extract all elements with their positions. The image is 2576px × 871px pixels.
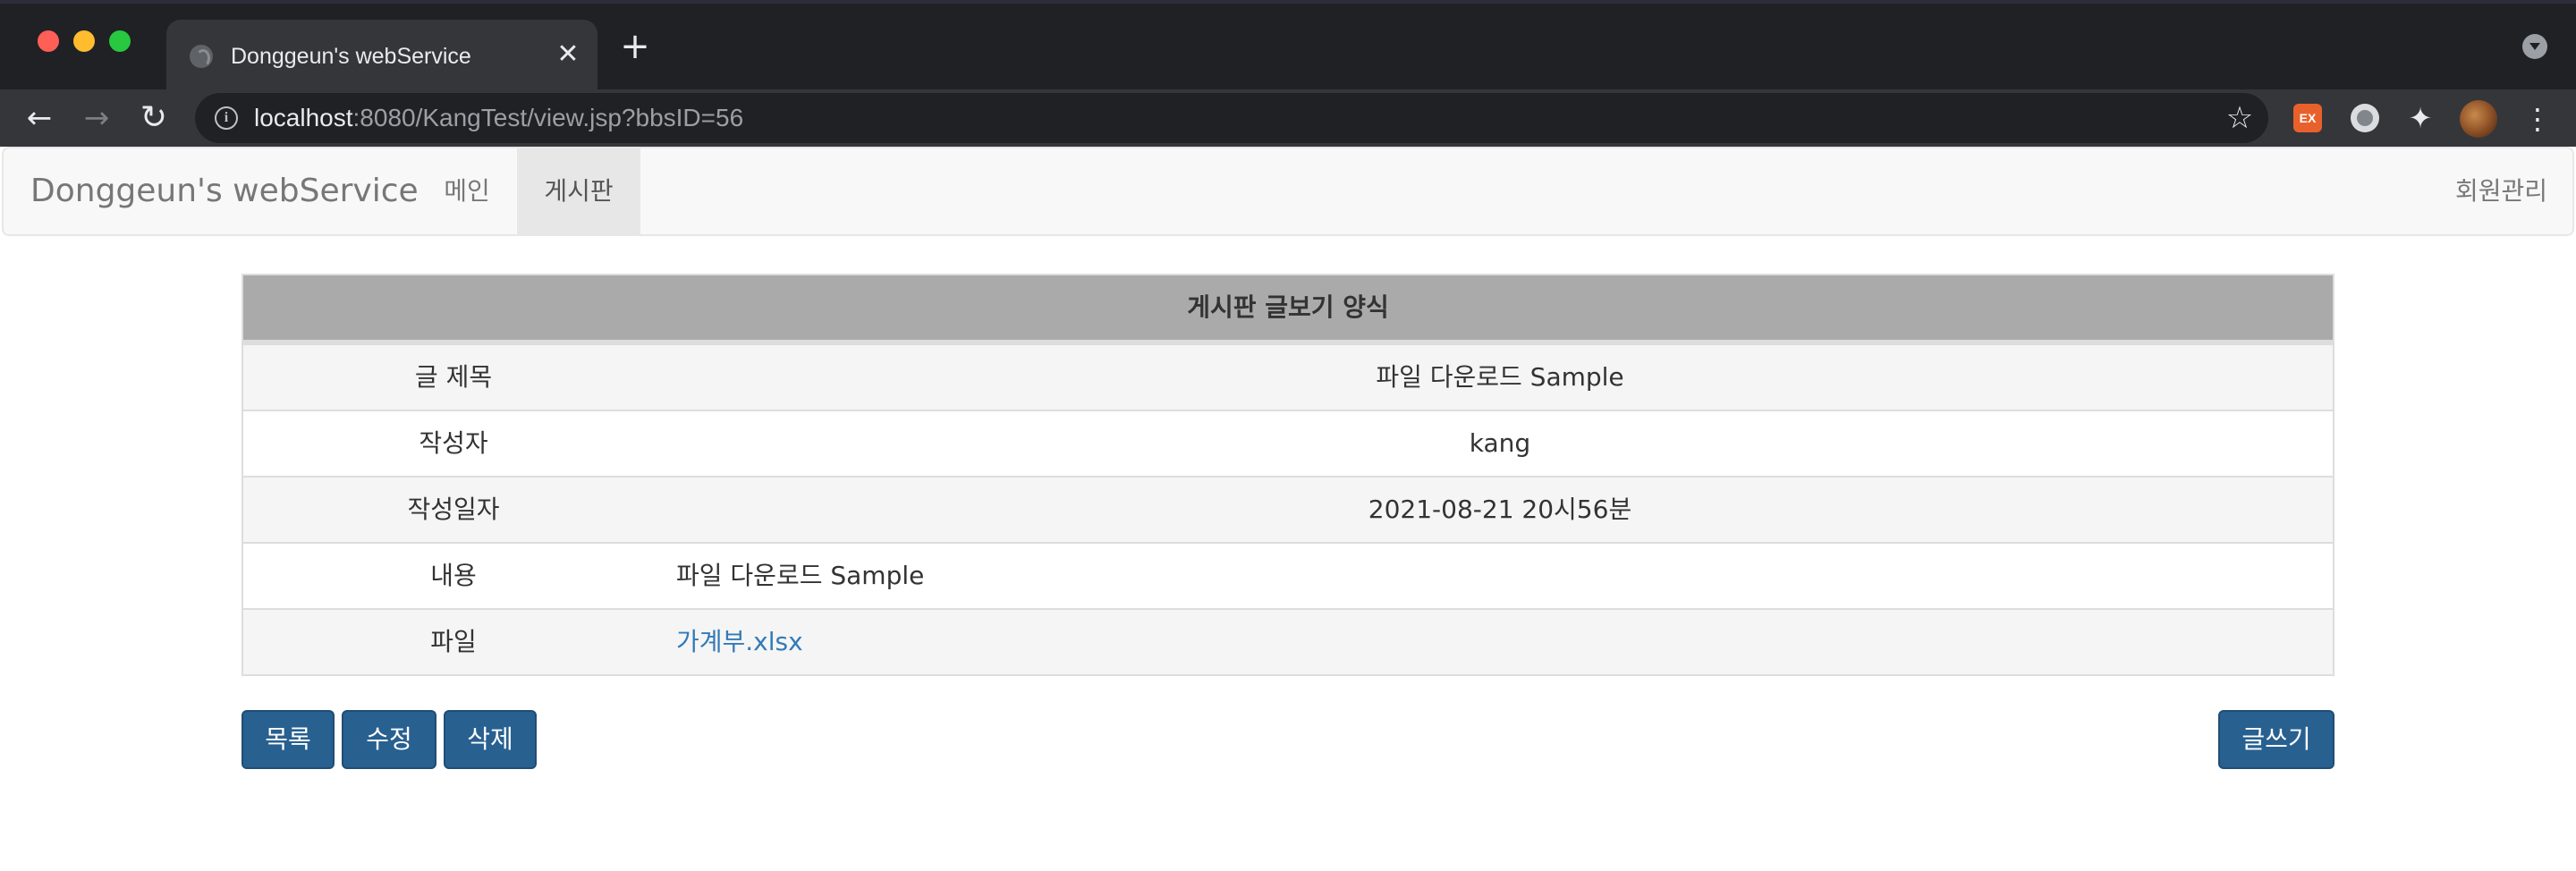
globe-icon: [190, 45, 213, 68]
minimize-window-icon[interactable]: [73, 30, 95, 52]
site-navbar: Donggeun's webService 메인 게시판 회원관리: [2, 147, 2574, 236]
browser-titlebar: Donggeun's webService ✕ +: [0, 0, 2576, 89]
browser-menu-icon[interactable]: ⋮: [2522, 100, 2553, 138]
address-bar[interactable]: i localhost:8080/KangTest/view.jsp?bbsID…: [195, 93, 2268, 143]
row-label-file: 파일: [430, 627, 477, 656]
url-host: localhost: [254, 104, 353, 131]
board-table-heading: 게시판 글보기 양식: [243, 275, 2333, 343]
nav-item-main[interactable]: 메인: [415, 147, 519, 236]
write-button[interactable]: 글쓰기: [2218, 710, 2334, 769]
new-tab-button[interactable]: +: [617, 29, 653, 64]
back-arrow-icon[interactable]: ←: [18, 97, 61, 140]
url-path: :8080/KangTest/view.jsp?bbsID=56: [352, 104, 744, 131]
table-row: 작성자 kang: [243, 410, 2333, 476]
row-label-author: 작성자: [419, 428, 488, 458]
delete-button[interactable]: 삭제: [444, 710, 537, 769]
tab-search-icon[interactable]: [2522, 34, 2547, 59]
tab-close-icon[interactable]: ✕: [553, 39, 583, 70]
row-value-file: 가계부.xlsx: [676, 610, 803, 674]
site-brand[interactable]: Donggeun's webService: [30, 172, 419, 211]
forward-arrow-icon[interactable]: →: [75, 97, 118, 140]
row-label-content: 내용: [430, 561, 477, 590]
file-download-link[interactable]: 가계부.xlsx: [676, 627, 803, 656]
row-label-title: 글 제목: [414, 362, 493, 392]
titlebar-top-line: [0, 0, 2576, 4]
nav-item-board[interactable]: 게시판: [517, 147, 640, 236]
close-window-icon[interactable]: [38, 30, 59, 52]
url-text[interactable]: localhost:8080/KangTest/view.jsp?bbsID=5…: [254, 102, 743, 134]
extension-circle-icon[interactable]: [2351, 104, 2379, 132]
table-row: 내용 파일 다운로드 Sample: [243, 542, 2333, 608]
extensions-puzzle-icon[interactable]: ✦: [2406, 104, 2435, 132]
bookmark-star-icon[interactable]: ☆: [2222, 100, 2258, 136]
table-row: 글 제목 파일 다운로드 Sample: [243, 343, 2333, 410]
tab-title: Donggeun's webService: [231, 44, 471, 69]
row-label-date: 작성일자: [407, 495, 500, 524]
row-value-date: 2021-08-21 20시56분: [1368, 495, 1632, 524]
reload-icon[interactable]: ↻: [132, 97, 175, 140]
edit-button[interactable]: 수정: [342, 710, 436, 769]
row-value-author: kang: [1469, 428, 1531, 458]
row-value-content: 파일 다운로드 Sample: [676, 561, 925, 590]
profile-avatar[interactable]: [2460, 100, 2497, 138]
board-view-table: 게시판 글보기 양식 글 제목 파일 다운로드 Sample 작성자 kang …: [242, 274, 2334, 676]
info-icon[interactable]: i: [215, 106, 238, 130]
nav-member-management[interactable]: 회원관리: [2455, 173, 2547, 209]
table-row: 파일 가계부.xlsx: [243, 608, 2333, 674]
browser-tab-active[interactable]: Donggeun's webService ✕: [166, 20, 597, 89]
list-button[interactable]: 목록: [242, 710, 335, 769]
extension-ex-icon[interactable]: EX: [2293, 104, 2322, 132]
table-row: 작성일자 2021-08-21 20시56분: [243, 476, 2333, 542]
row-value-title: 파일 다운로드 Sample: [1376, 362, 1624, 392]
browser-toolbar: ← → ↻ i localhost:8080/KangTest/view.jsp…: [0, 89, 2576, 147]
maximize-window-icon[interactable]: [109, 30, 131, 52]
